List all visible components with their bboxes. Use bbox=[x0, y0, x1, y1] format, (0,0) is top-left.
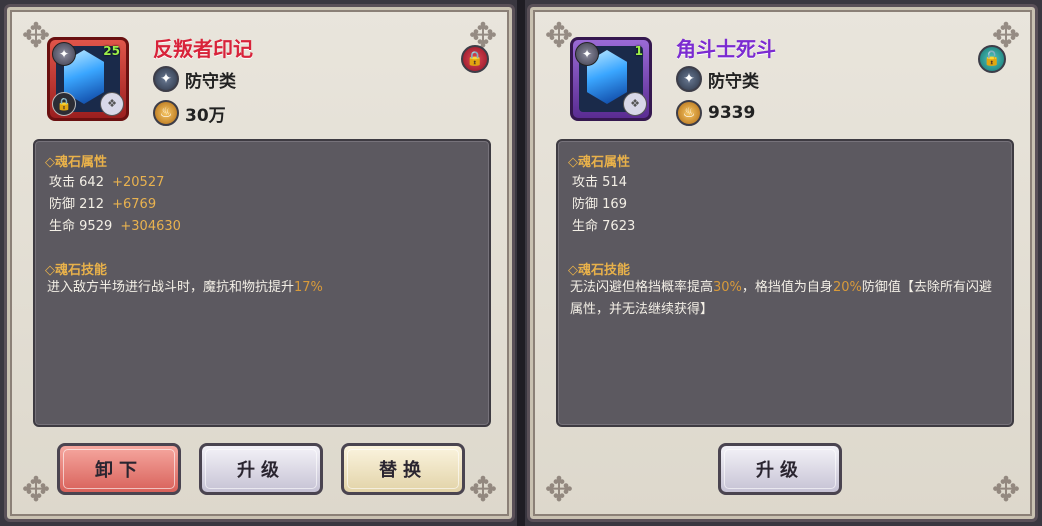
attr-section-title: ◇魂石属性 bbox=[568, 155, 630, 170]
skill-description: 无法闪避但格挡概率提高30%，格挡值为自身20%防御值【去除所有闪避属性，并无法… bbox=[570, 280, 992, 317]
stat-row: 防御 212 +6769 bbox=[49, 197, 157, 212]
ornament-icon: ✥ bbox=[544, 470, 574, 510]
type-label: 防守类 bbox=[185, 71, 236, 92]
type-row: ✦ 防守类 bbox=[153, 65, 236, 93]
unequip-button[interactable]: 卸下 bbox=[57, 443, 181, 495]
wolf-icon: ❖ bbox=[623, 92, 647, 116]
level-badge: 25 bbox=[103, 44, 120, 58]
soulstone-detail-panel-right: ✥ ✥ ✥ ✥ ✦ 1 ❖ 角斗士死斗 ✦ 防守类 ♨ 9339 🔓 ◇魂石属性… bbox=[527, 4, 1038, 522]
unlock-toggle-button[interactable]: 🔓 bbox=[978, 45, 1006, 73]
stat-row: 攻击 514 bbox=[572, 175, 627, 190]
stat-row: 攻击 642 +20527 bbox=[49, 175, 165, 190]
stat-row: 生命 9529 +304630 bbox=[49, 219, 181, 234]
ornament-icon: ✥ bbox=[991, 470, 1021, 510]
wolf-icon: ❖ bbox=[100, 92, 124, 116]
replace-button[interactable]: 替换 bbox=[341, 443, 465, 495]
type-label: 防守类 bbox=[708, 71, 759, 92]
panel-divider bbox=[517, 0, 525, 526]
type-row: ✦ 防守类 bbox=[676, 65, 759, 93]
lock-icon: 🔒 bbox=[52, 92, 76, 116]
power-flame-icon: ♨ bbox=[676, 100, 702, 126]
shield-type-icon: ✦ bbox=[52, 42, 76, 66]
skill-section-title: ◇魂石技能 bbox=[568, 263, 630, 278]
lock-toggle-button[interactable]: 🔒 bbox=[461, 45, 489, 73]
upgrade-button[interactable]: 升级 bbox=[718, 443, 842, 495]
soulstone-name: 角斗士死斗 bbox=[676, 37, 776, 61]
power-row: ♨ 9339 bbox=[676, 99, 755, 127]
info-box: ◇魂石属性 攻击 514 防御 169 生命 7623 ◇魂石技能 无法闪避但格… bbox=[556, 139, 1014, 427]
power-row: ♨ 30万 bbox=[153, 99, 226, 127]
soulstone-item-icon: ✦ 1 ❖ bbox=[570, 37, 652, 121]
stat-row: 防御 169 bbox=[572, 197, 627, 212]
soulstone-name: 反叛者印记 bbox=[153, 37, 253, 61]
power-flame-icon: ♨ bbox=[153, 100, 179, 126]
info-box: ◇魂石属性 攻击 642 +20527 防御 212 +6769 生命 9529… bbox=[33, 139, 491, 427]
ornament-icon: ✥ bbox=[468, 470, 498, 510]
shield-type-icon: ✦ bbox=[575, 42, 599, 66]
ornament-icon: ✥ bbox=[21, 470, 51, 510]
power-value: 9339 bbox=[708, 103, 756, 123]
stat-row: 生命 7623 bbox=[572, 219, 636, 234]
soulstone-item-icon: ✦ 25 🔒 ❖ bbox=[47, 37, 129, 121]
skill-section-title: ◇魂石技能 bbox=[45, 263, 107, 278]
defense-type-icon: ✦ bbox=[676, 66, 702, 92]
level-badge: 1 bbox=[634, 44, 643, 58]
upgrade-button[interactable]: 升级 bbox=[199, 443, 323, 495]
attr-section-title: ◇魂石属性 bbox=[45, 155, 107, 170]
skill-description: 进入敌方半场进行战斗时，魔抗和物抗提升17% bbox=[47, 280, 323, 295]
soulstone-detail-panel-left: ✥ ✥ ✥ ✥ ✦ 25 🔒 ❖ 反叛者印记 ✦ 防守类 ♨ 30万 🔒 ◇魂石… bbox=[4, 4, 515, 522]
power-value: 30万 bbox=[185, 105, 226, 126]
defense-type-icon: ✦ bbox=[153, 66, 179, 92]
